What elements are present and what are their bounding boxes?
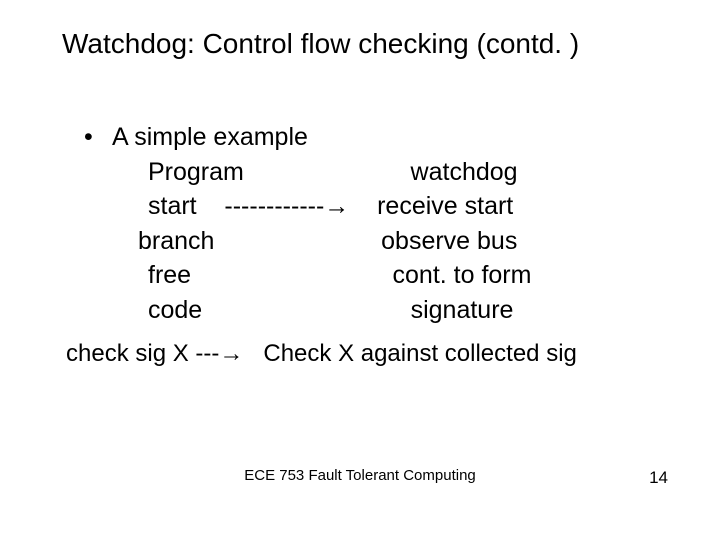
example-line: free cont. to form <box>148 258 664 293</box>
check-line: check sig X ---→ Check X against collect… <box>66 340 577 368</box>
example-block: Program watchdog start ------------→ rec… <box>148 155 664 328</box>
example-line: branch observe bus <box>138 224 664 259</box>
page-number: 14 <box>649 468 668 488</box>
bullet-item: • A simple example <box>84 120 664 155</box>
slide: Watchdog: Control flow checking (contd. … <box>0 0 720 540</box>
example-line: code signature <box>148 293 664 328</box>
slide-title: Watchdog: Control flow checking (contd. … <box>62 28 579 60</box>
slide-body: • A simple example Program watchdog star… <box>84 120 664 327</box>
footer-text: ECE 753 Fault Tolerant Computing <box>0 467 720 484</box>
bullet-text: A simple example <box>112 120 308 155</box>
bullet-dot: • <box>84 120 112 155</box>
example-line: Program watchdog <box>148 155 664 190</box>
example-line: start ------------→ receive start <box>148 189 664 224</box>
